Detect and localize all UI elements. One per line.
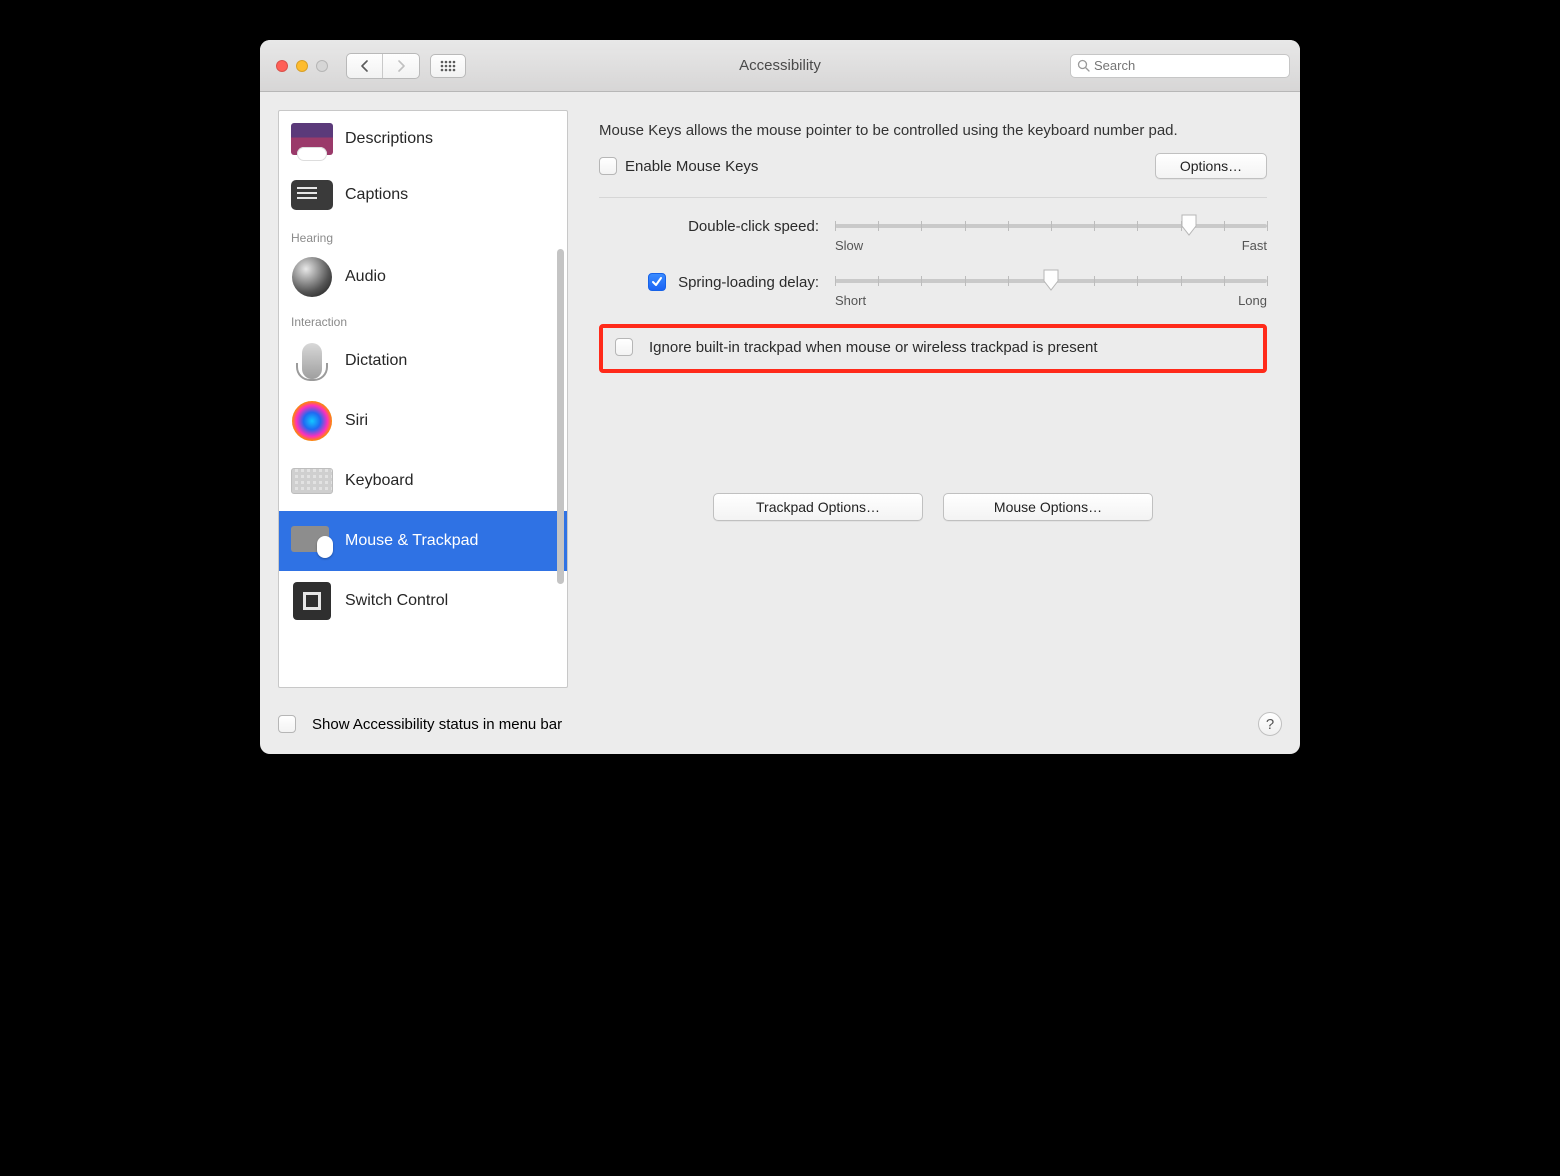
detail-pane: Mouse Keys allows the mouse pointer to b… [584, 110, 1282, 688]
mouse-keys-options-button[interactable]: Options… [1155, 153, 1267, 179]
speaker-icon [291, 256, 333, 298]
keyboard-icon [291, 460, 333, 502]
sidebar-item-label: Mouse & Trackpad [345, 532, 478, 550]
divider [599, 197, 1267, 198]
category-sidebar: Descriptions Captions Hearing Audio Inte… [278, 110, 568, 688]
enable-mouse-keys-row: Enable Mouse Keys Options… [599, 153, 1267, 179]
forward-button[interactable] [383, 54, 419, 78]
descriptions-icon [291, 118, 333, 160]
sidebar-item-mouse-trackpad[interactable]: Mouse & Trackpad [279, 511, 567, 571]
slider-thumb[interactable] [1043, 269, 1059, 291]
mouse-keys-description: Mouse Keys allows the mouse pointer to b… [599, 121, 1267, 141]
spring-loading-label: Spring-loading delay: [678, 274, 819, 291]
sidebar-item-dictation[interactable]: Dictation [279, 331, 567, 391]
spring-loading-checkbox[interactable] [648, 273, 666, 291]
titlebar: Accessibility [260, 40, 1300, 92]
ignore-trackpad-checkbox[interactable] [615, 338, 633, 356]
enable-mouse-keys-checkbox[interactable] [599, 157, 617, 175]
slider-max-label: Fast [1242, 238, 1267, 253]
captions-icon [291, 174, 333, 216]
sidebar-item-siri[interactable]: Siri [279, 391, 567, 451]
zoom-window-button[interactable] [316, 60, 328, 72]
show-status-label: Show Accessibility status in menu bar [312, 716, 562, 733]
double-click-speed-row: Double-click speed: Slow Fast [599, 216, 1267, 253]
sidebar-item-label: Switch Control [345, 592, 448, 610]
sidebar-header-interaction: Interaction [279, 307, 567, 331]
ignore-trackpad-row: Ignore built-in trackpad when mouse or w… [599, 324, 1267, 372]
sidebar-item-keyboard[interactable]: Keyboard [279, 451, 567, 511]
show-all-button[interactable] [430, 54, 466, 78]
switch-control-icon [291, 580, 333, 622]
sidebar-item-label: Siri [345, 412, 368, 430]
sidebar-item-label: Keyboard [345, 472, 414, 490]
microphone-icon [291, 340, 333, 382]
show-status-checkbox[interactable] [278, 715, 296, 733]
chevron-left-icon [360, 60, 370, 72]
sidebar-item-descriptions[interactable]: Descriptions [279, 111, 567, 167]
slider-min-label: Slow [835, 238, 863, 253]
back-button[interactable] [347, 54, 383, 78]
options-buttons-row: Trackpad Options… Mouse Options… [599, 493, 1267, 521]
double-click-speed-label: Double-click speed: [599, 216, 819, 235]
sidebar-item-label: Captions [345, 186, 408, 204]
search-input[interactable] [1094, 58, 1283, 73]
enable-mouse-keys-label: Enable Mouse Keys [625, 158, 758, 175]
preferences-window: Accessibility Descriptions Captions Hear… [260, 40, 1300, 754]
slider-max-label: Long [1238, 293, 1267, 308]
search-field[interactable] [1070, 54, 1290, 78]
slider-min-label: Short [835, 293, 866, 308]
sidebar-item-label: Dictation [345, 352, 407, 370]
close-window-button[interactable] [276, 60, 288, 72]
trackpad-options-button[interactable]: Trackpad Options… [713, 493, 923, 521]
help-button[interactable]: ? [1258, 712, 1282, 736]
search-icon [1077, 59, 1090, 72]
grid-icon [440, 60, 456, 72]
sidebar-item-label: Audio [345, 268, 386, 286]
window-controls [276, 60, 328, 72]
sidebar-item-audio[interactable]: Audio [279, 247, 567, 307]
sidebar-item-label: Descriptions [345, 130, 433, 148]
siri-icon [291, 400, 333, 442]
sidebar-scrollbar[interactable] [557, 186, 565, 683]
mouse-trackpad-icon [291, 520, 333, 562]
slider-thumb[interactable] [1181, 214, 1197, 236]
spring-loading-slider[interactable] [835, 279, 1267, 283]
minimize-window-button[interactable] [296, 60, 308, 72]
checkmark-icon [651, 276, 663, 288]
double-click-speed-slider[interactable] [835, 224, 1267, 228]
sidebar-list[interactable]: Descriptions Captions Hearing Audio Inte… [279, 111, 567, 687]
chevron-right-icon [396, 60, 406, 72]
ignore-trackpad-label: Ignore built-in trackpad when mouse or w… [649, 338, 1098, 358]
spring-loading-row: Spring-loading delay: Short Long [599, 271, 1267, 308]
scrollbar-thumb[interactable] [557, 249, 564, 584]
sidebar-item-captions[interactable]: Captions [279, 167, 567, 223]
window-body: Descriptions Captions Hearing Audio Inte… [260, 92, 1300, 706]
mouse-options-button[interactable]: Mouse Options… [943, 493, 1153, 521]
sidebar-header-hearing: Hearing [279, 223, 567, 247]
nav-back-forward [346, 53, 420, 79]
footer: Show Accessibility status in menu bar ? [260, 706, 1300, 754]
sidebar-item-switch-control[interactable]: Switch Control [279, 571, 567, 631]
